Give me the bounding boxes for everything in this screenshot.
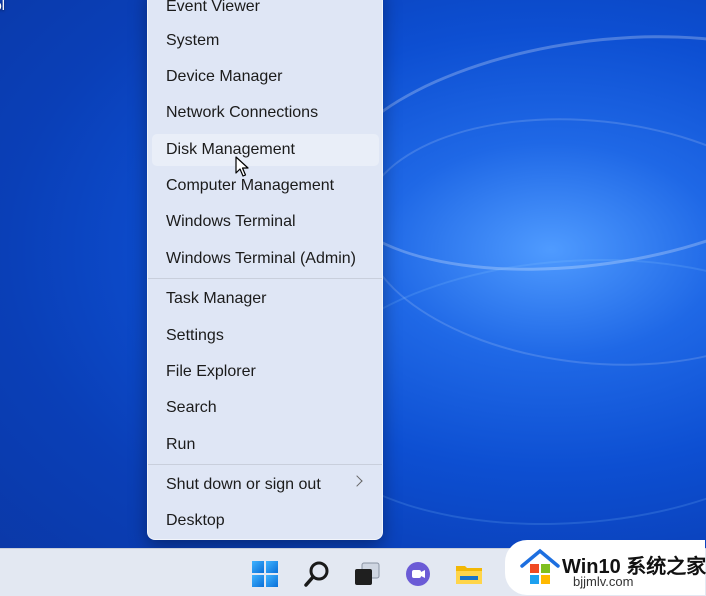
desktop-icon-label[interactable]: ol <box>0 0 5 13</box>
menu-item-device-manager[interactable]: Device Manager <box>152 61 379 93</box>
menu-item-system[interactable]: System <box>152 25 379 57</box>
menu-separator <box>148 464 382 465</box>
menu-item-disk-management[interactable]: Disk Management <box>152 134 379 166</box>
menu-item-label: Run <box>166 436 196 453</box>
menu-item-label: System <box>166 32 220 49</box>
menu-item-search[interactable]: Search <box>152 392 379 424</box>
menu-item-computer-management[interactable]: Computer Management <box>152 170 379 202</box>
mouse-cursor-icon <box>235 156 249 177</box>
task-view-icon[interactable] <box>353 560 381 588</box>
wallpaper-swirl <box>348 96 706 388</box>
watermark: Win10 系统之家 bjjmlv.com <box>505 540 706 595</box>
menu-item-label: Windows Terminal (Admin) <box>166 250 356 267</box>
menu-item-label: Computer Management <box>166 177 335 194</box>
quick-link-menu: Event Viewer System Device Manager Netwo… <box>147 0 383 540</box>
menu-item-run[interactable]: Run <box>152 429 379 461</box>
menu-separator <box>148 278 382 279</box>
menu-item-label: Network Connections <box>166 104 319 121</box>
menu-item-label: Search <box>166 399 217 416</box>
windows-start-icon[interactable] <box>251 560 279 588</box>
menu-item-label: Settings <box>166 327 224 344</box>
menu-item-network-connections[interactable]: Network Connections <box>152 97 379 129</box>
menu-item-settings[interactable]: Settings <box>152 320 379 352</box>
menu-item-label: Desktop <box>166 512 225 529</box>
menu-item-windows-terminal[interactable]: Windows Terminal <box>152 206 379 238</box>
menu-item-label: Shut down or sign out <box>166 476 321 493</box>
menu-item-label: File Explorer <box>166 363 256 380</box>
menu-item-windows-terminal-admin[interactable]: Windows Terminal (Admin) <box>152 243 379 275</box>
menu-item-label: Event Viewer <box>166 0 260 15</box>
search-icon[interactable] <box>303 560 331 588</box>
menu-item-desktop[interactable]: Desktop <box>152 505 379 537</box>
chat-icon[interactable] <box>404 560 432 588</box>
menu-item-label: Device Manager <box>166 68 283 85</box>
menu-item-shut-down[interactable]: Shut down or sign out <box>152 469 379 501</box>
menu-item-label: Task Manager <box>166 290 267 307</box>
menu-item-label: Disk Management <box>166 141 295 158</box>
menu-item-task-manager[interactable]: Task Manager <box>152 283 379 315</box>
chevron-right-icon <box>351 475 363 487</box>
watermark-url: bjjmlv.com <box>573 574 634 589</box>
menu-item-file-explorer[interactable]: File Explorer <box>152 356 379 388</box>
house-logo-icon <box>520 548 560 584</box>
menu-item-event-viewer[interactable]: Event Viewer <box>152 0 379 23</box>
menu-item-label: Windows Terminal <box>166 213 296 230</box>
file-explorer-icon[interactable] <box>455 560 483 588</box>
